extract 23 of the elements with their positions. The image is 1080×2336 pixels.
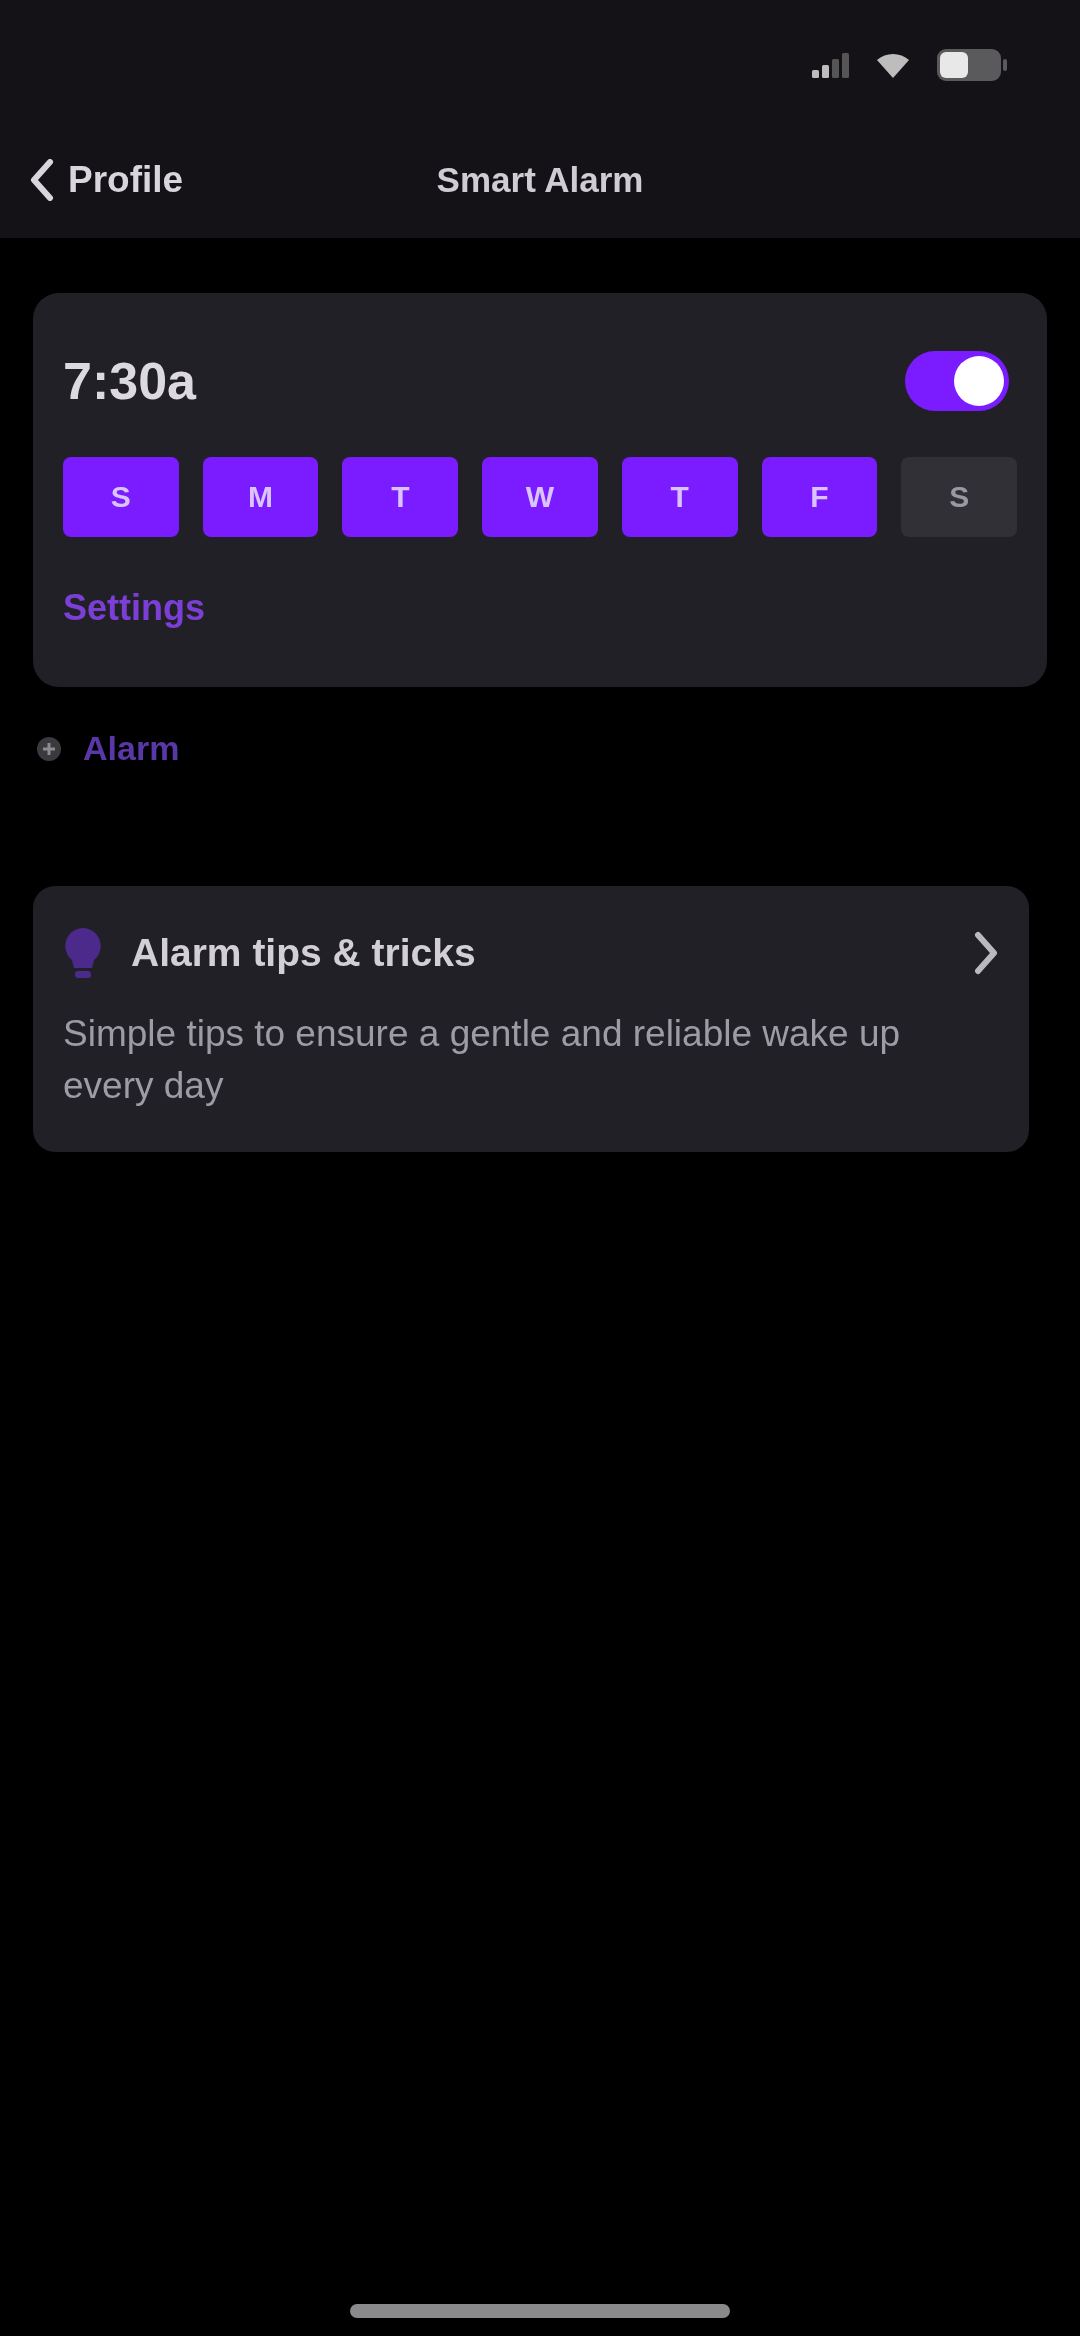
signal-icon: [812, 52, 850, 78]
chevron-right-icon: [973, 931, 999, 975]
tips-card[interactable]: Alarm tips & tricks Simple tips to ensure a gentle and reliable wake up every day: [33, 886, 1029, 1152]
day-button[interactable]: M: [202, 457, 319, 537]
day-button[interactable]: T: [621, 457, 738, 537]
plus-icon: [37, 736, 61, 761]
battery-icon: [936, 48, 1008, 82]
lightbulb-icon: [63, 926, 103, 980]
tips-title: Alarm tips & tricks: [131, 931, 477, 975]
day-button[interactable]: S: [901, 457, 1018, 537]
settings-link[interactable]: Settings: [63, 587, 205, 629]
wifi-icon: [876, 52, 910, 78]
day-button[interactable]: F: [761, 457, 878, 537]
add-alarm-button[interactable]: Alarm: [37, 729, 180, 768]
day-button[interactable]: T: [342, 457, 459, 537]
chevron-left-icon: [30, 159, 54, 201]
screen-title: Smart Alarm: [436, 160, 644, 200]
day-button[interactable]: W: [482, 457, 598, 537]
back-button[interactable]: Profile: [24, 153, 190, 207]
alarm-time: 7:30a: [63, 351, 196, 411]
day-button[interactable]: S: [63, 457, 179, 537]
alarm-toggle[interactable]: [905, 351, 1009, 411]
tips-description: Simple tips to ensure a gentle and reliable wake up every day: [63, 1012, 902, 1108]
